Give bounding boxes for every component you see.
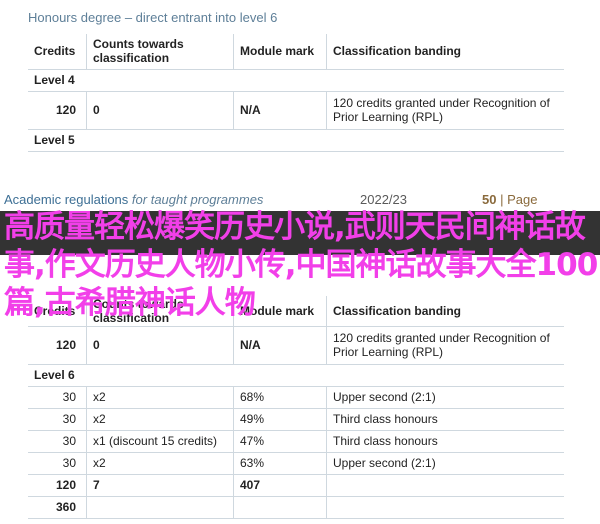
table-row: 30 x2 68% Upper second (2:1) bbox=[28, 386, 564, 409]
table-row: 30 x2 49% Third class honours bbox=[28, 408, 564, 431]
banding-cell: 120 credits granted under Recognition of… bbox=[326, 91, 564, 130]
col-module-mark: Module mark bbox=[233, 34, 327, 70]
counts-cell: x2 bbox=[86, 452, 234, 475]
level-label: Level 6 bbox=[28, 364, 564, 387]
counts-cell: 7 bbox=[86, 474, 234, 497]
banding-cell: Third class honours bbox=[326, 430, 564, 453]
credits-cell: 30 bbox=[28, 452, 87, 475]
top-table: Credits Counts towards classification Mo… bbox=[28, 34, 564, 152]
section-title: Honours degree – direct entrant into lev… bbox=[28, 10, 278, 25]
counts-cell: 0 bbox=[86, 326, 234, 365]
level-row: Level 6 bbox=[28, 364, 564, 387]
mark-cell: 68% bbox=[233, 386, 327, 409]
grand-total-row: 360 bbox=[28, 496, 564, 519]
mark-cell: 63% bbox=[233, 452, 327, 475]
mark-cell: 49% bbox=[233, 408, 327, 431]
page-indicator: 50 | Page bbox=[482, 192, 538, 207]
banding-cell: Upper second (2:1) bbox=[326, 386, 564, 409]
counts-cell bbox=[86, 496, 234, 519]
table-row: 30 x2 63% Upper second (2:1) bbox=[28, 452, 564, 475]
table-row: 120 0 N/A 120 credits granted under Reco… bbox=[28, 326, 564, 365]
counts-cell: x2 bbox=[86, 408, 234, 431]
credits-cell: 120 bbox=[28, 326, 87, 365]
doc-name: Academic regulations for taught programm… bbox=[4, 192, 264, 207]
counts-cell: x2 bbox=[86, 386, 234, 409]
counts-cell: x1 (discount 15 credits) bbox=[86, 430, 234, 453]
overlay-headline: 高质量轻松爆笑历史小说,武则天民间神话故事,作文历史人物小传,中国神话故事大全1… bbox=[4, 209, 598, 321]
table-row: 30 x1 (discount 15 credits) 47% Third cl… bbox=[28, 430, 564, 453]
credits-cell: 30 bbox=[28, 386, 87, 409]
mark-cell: N/A bbox=[233, 326, 327, 365]
bottom-table: Credits Counts towards classification Mo… bbox=[28, 296, 564, 519]
banding-cell: Upper second (2:1) bbox=[326, 452, 564, 475]
level-row: Level 4 bbox=[28, 69, 564, 92]
level-label: Level 5 bbox=[28, 129, 564, 152]
academic-year: 2022/23 bbox=[360, 192, 407, 207]
mark-cell: N/A bbox=[233, 91, 327, 130]
level-label: Level 4 bbox=[28, 69, 564, 92]
banding-cell: Third class honours bbox=[326, 408, 564, 431]
credits-cell: 360 bbox=[28, 496, 87, 519]
level-row: Level 5 bbox=[28, 129, 564, 152]
col-counts: Counts towards classification bbox=[86, 34, 234, 70]
total-row: 120 7 407 bbox=[28, 474, 564, 497]
credits-cell: 30 bbox=[28, 408, 87, 431]
banding-cell bbox=[326, 496, 564, 519]
credits-cell: 120 bbox=[28, 474, 87, 497]
mark-cell: 407 bbox=[233, 474, 327, 497]
col-credits: Credits bbox=[28, 34, 87, 70]
mark-cell: 47% bbox=[233, 430, 327, 453]
credits-cell: 30 bbox=[28, 430, 87, 453]
banding-cell bbox=[326, 474, 564, 497]
table-header-row: Credits Counts towards classification Mo… bbox=[28, 34, 564, 70]
col-banding: Classification banding bbox=[326, 34, 564, 70]
table-row: 120 0 N/A 120 credits granted under Reco… bbox=[28, 91, 564, 130]
counts-cell: 0 bbox=[86, 91, 234, 130]
mark-cell bbox=[233, 496, 327, 519]
credits-cell: 120 bbox=[28, 91, 87, 130]
banding-cell: 120 credits granted under Recognition of… bbox=[326, 326, 564, 365]
